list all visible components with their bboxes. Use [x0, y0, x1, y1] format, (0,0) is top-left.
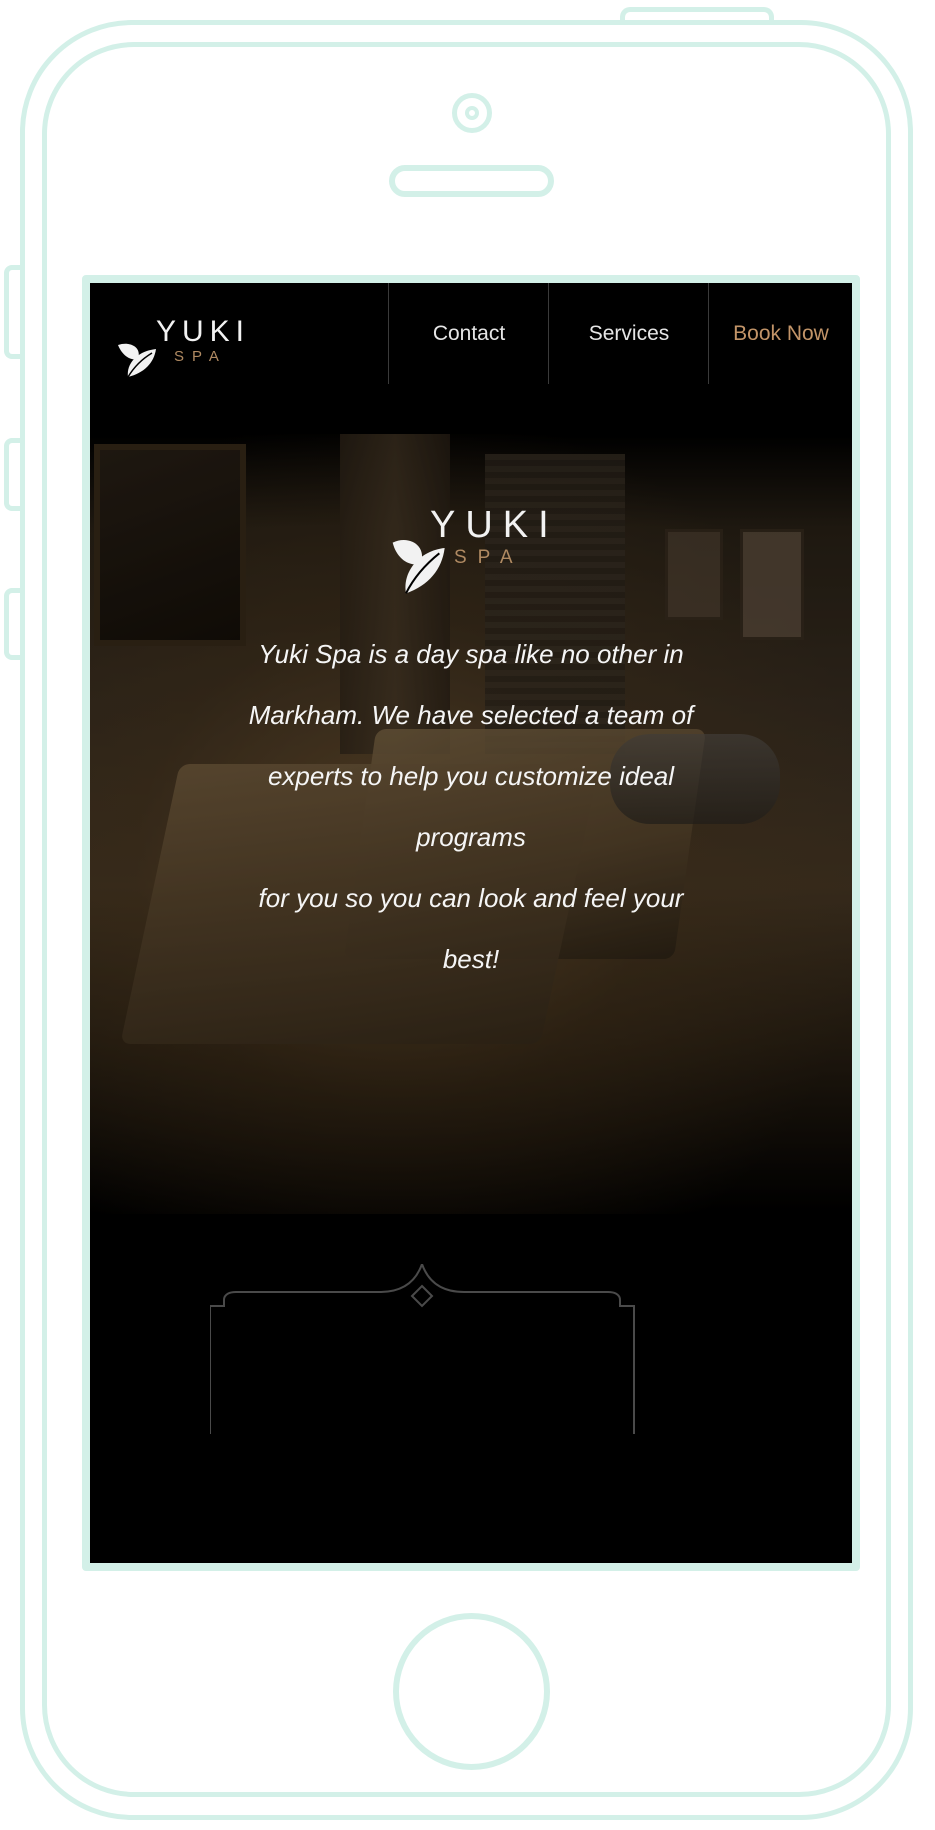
- logo-word: YUKI: [156, 315, 251, 348]
- nav-services-link[interactable]: Services: [548, 283, 709, 384]
- leaf-icon: [118, 343, 156, 378]
- hero-logo-sub: SPA: [454, 547, 524, 568]
- ornament-divider-icon: [210, 1264, 635, 1434]
- front-camera-icon: [452, 93, 492, 133]
- logo-sub: SPA: [174, 348, 227, 365]
- top-navbar: YUKI SPA Contact Services Book Now: [90, 283, 852, 385]
- volume-down-button: [4, 588, 21, 660]
- nav-book-now-link[interactable]: Book Now: [708, 283, 852, 384]
- phone-screen: YUKI SPA Contact Services Book Now YUKI: [82, 275, 860, 1571]
- home-button: [393, 1613, 550, 1770]
- volume-up-button: [4, 438, 21, 511]
- mute-switch: [4, 265, 21, 359]
- hero-section: YUKI SPA Yuki Spa is a day spa like no o…: [90, 384, 852, 1563]
- nav-contact-link[interactable]: Contact: [388, 283, 549, 384]
- brand-logo[interactable]: YUKI SPA: [116, 317, 244, 378]
- hero-logo-word: YUKI: [430, 504, 559, 546]
- speaker-grille: [389, 165, 554, 197]
- hero-description: Yuki Spa is a day spa like no other in M…: [248, 639, 694, 974]
- hero-logo: YUKI SPA: [390, 506, 560, 596]
